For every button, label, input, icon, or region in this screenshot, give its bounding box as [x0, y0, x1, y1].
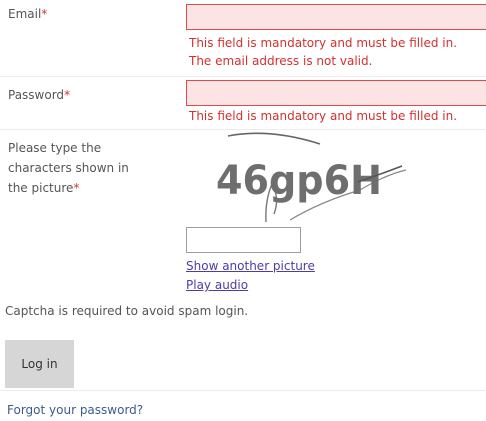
login-button[interactable]: Log in: [5, 340, 74, 388]
email-row: Email* This field is mandatory and must …: [0, 0, 486, 77]
email-label-text: Email: [8, 7, 42, 21]
password-field[interactable]: [186, 80, 486, 106]
captcha-image-text: 46gp6H: [216, 158, 382, 204]
captcha-input[interactable]: [186, 227, 301, 253]
captcha-note: Captcha is required to avoid spam login.: [5, 304, 249, 318]
divider: [0, 390, 486, 391]
email-label: Email*: [8, 4, 47, 24]
password-error-mandatory: This field is mandatory and must be fill…: [189, 109, 458, 123]
login-form: Email* This field is mandatory and must …: [0, 0, 486, 421]
required-marker: *: [73, 181, 80, 195]
show-another-picture-link[interactable]: Show another picture: [186, 257, 315, 275]
captcha-image: 46gp6H: [216, 132, 407, 223]
password-row: Password* This field is mandatory and mu…: [0, 77, 486, 130]
email-error-mandatory: This field is mandatory and must be fill…: [189, 36, 458, 50]
required-marker: *: [41, 7, 48, 21]
password-label-text: Password: [8, 88, 65, 102]
captcha-label-line-3: the picture: [8, 181, 74, 195]
password-label: Password*: [8, 85, 70, 105]
required-marker: *: [64, 88, 71, 102]
captcha-label: Please type the characters shown in the …: [8, 138, 129, 198]
email-field[interactable]: [186, 4, 486, 30]
captcha-label-line-1: Please type the: [8, 141, 102, 155]
captcha-label-line-2: characters shown in: [8, 161, 129, 175]
email-error-invalid: The email address is not valid.: [189, 54, 373, 68]
forgot-password-link[interactable]: Forgot your password?: [7, 401, 143, 419]
play-audio-link[interactable]: Play audio: [186, 276, 248, 294]
